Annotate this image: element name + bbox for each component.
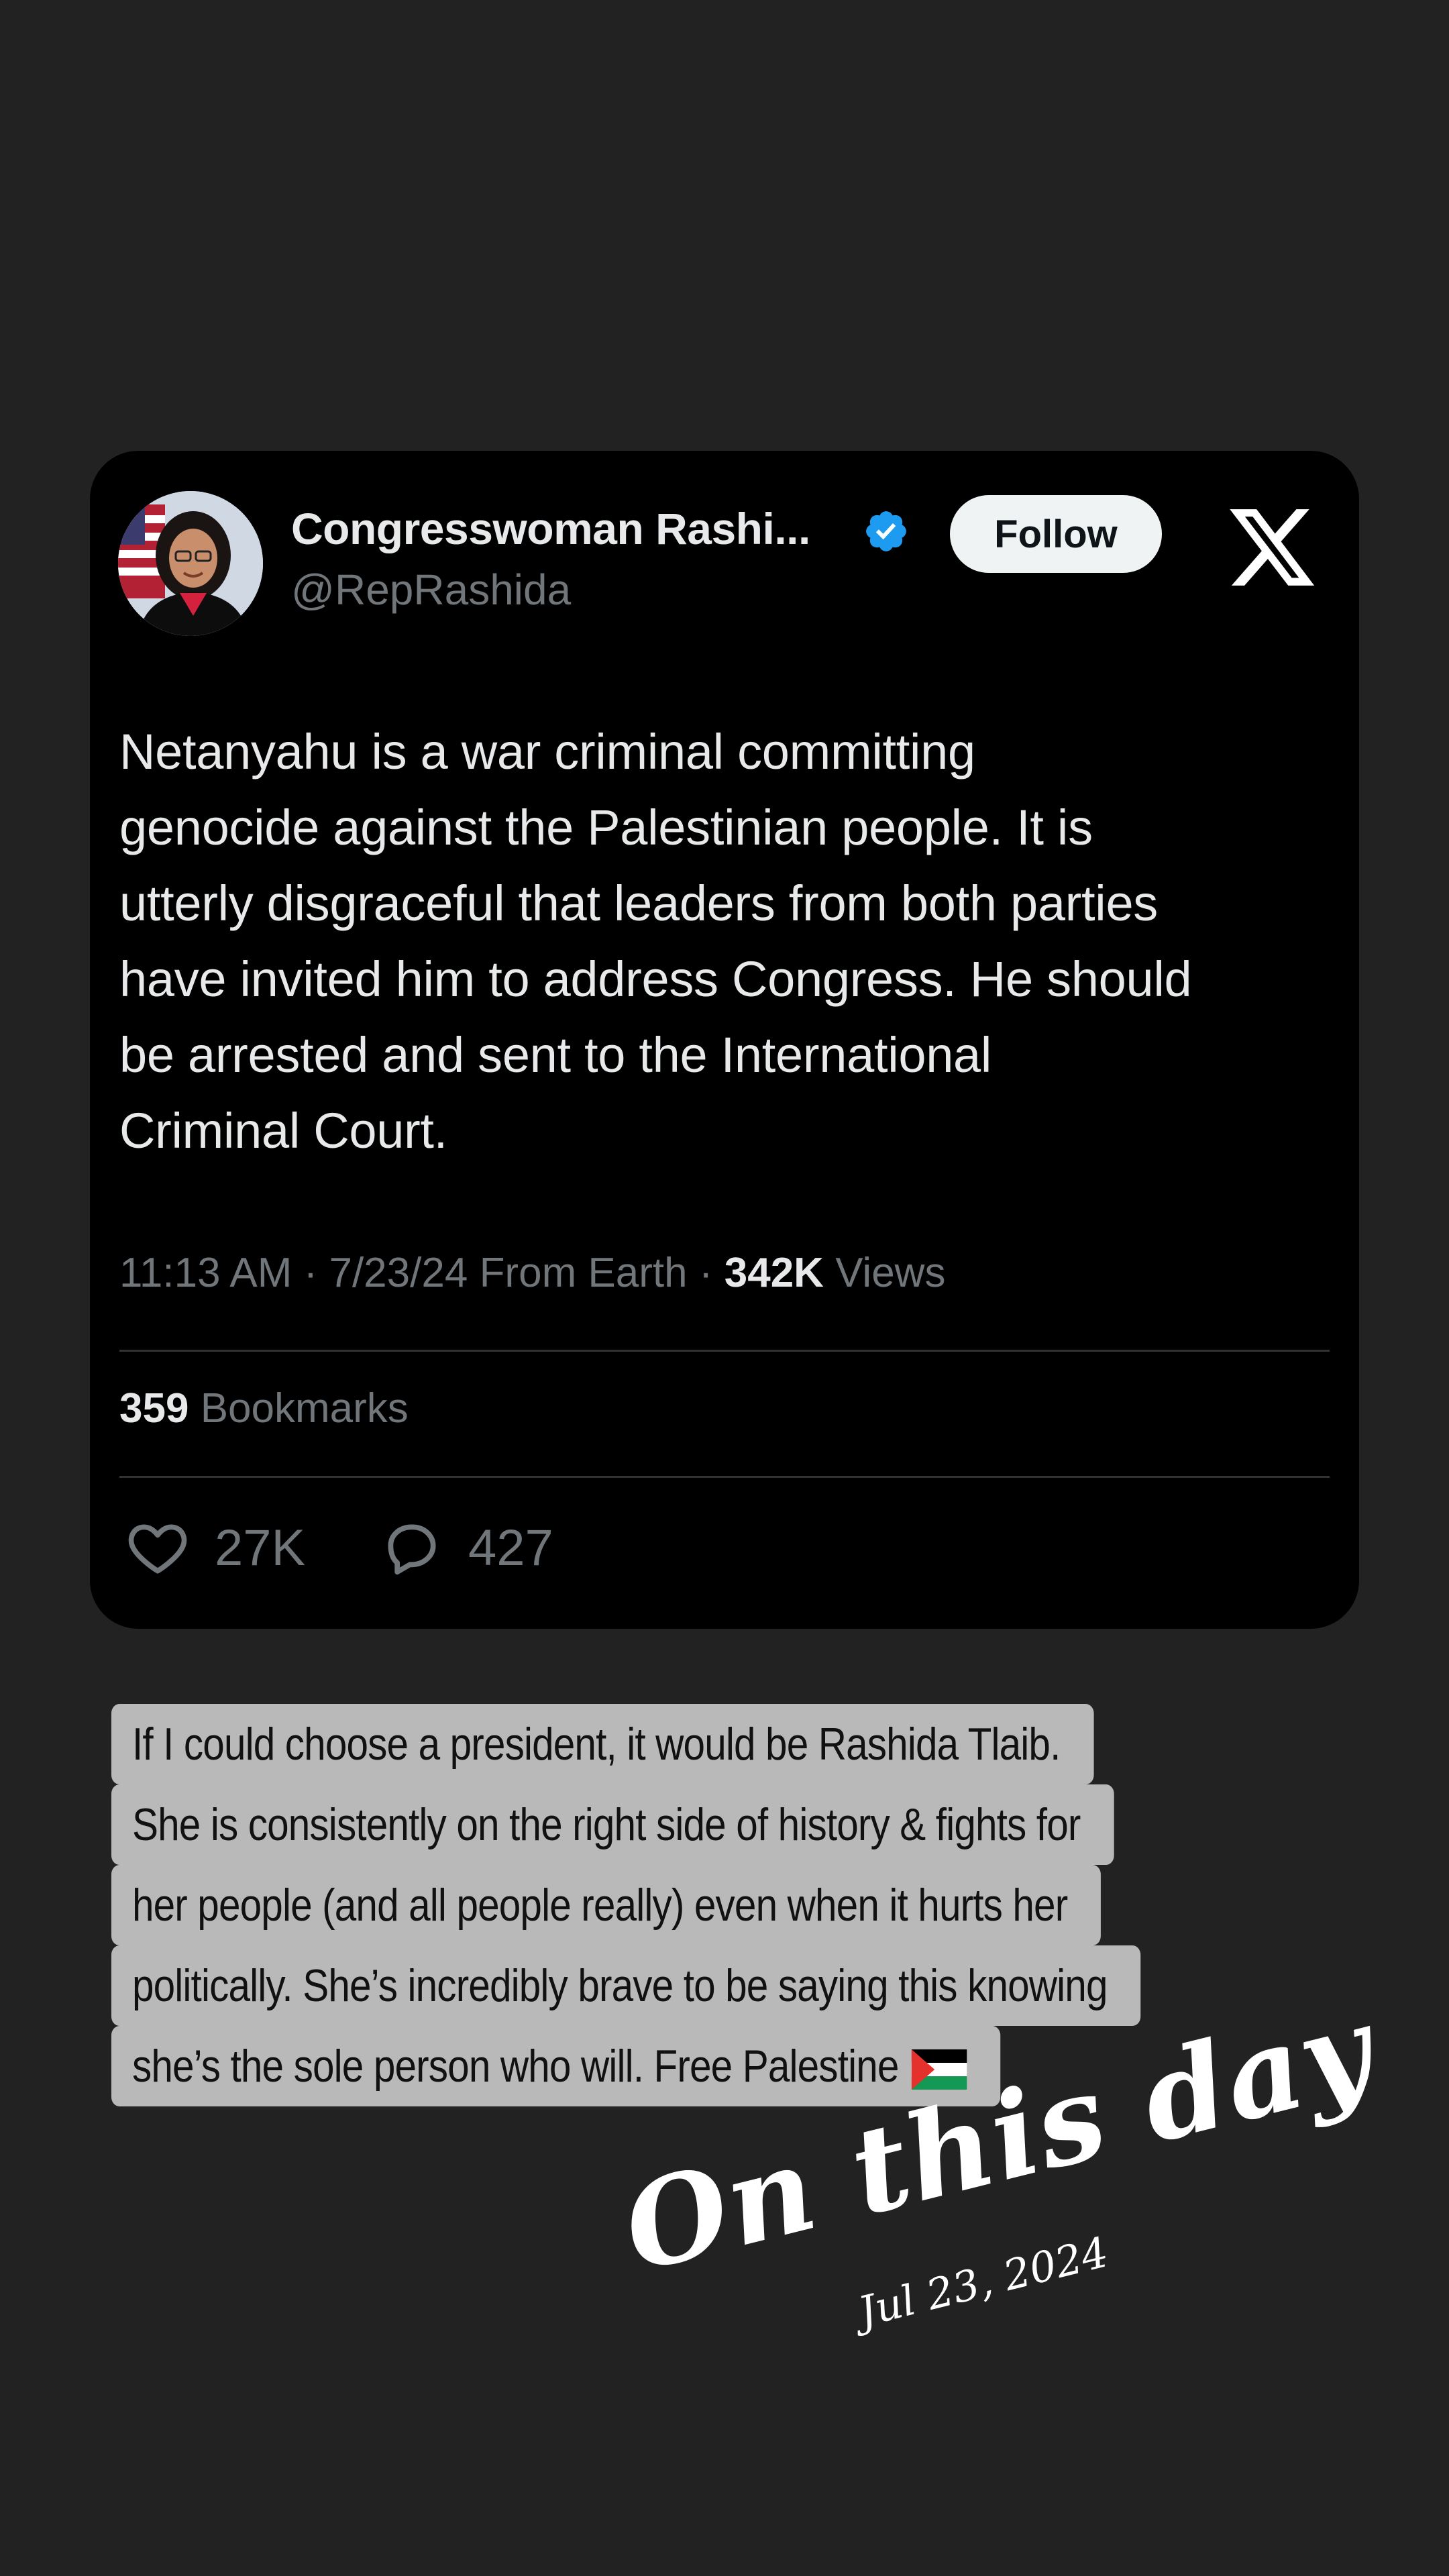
- sticker-date: Jul 23, 2024: [853, 2227, 1114, 2337]
- divider: [119, 1350, 1330, 1352]
- heart-icon: [128, 1524, 187, 1574]
- tweet-date[interactable]: 7/23/24: [329, 1250, 468, 1296]
- likes-count: 27K: [215, 1519, 306, 1576]
- caption-line: her people (and all people really) even …: [111, 1865, 1359, 1945]
- avatar[interactable]: [118, 491, 263, 636]
- views-count[interactable]: 342K: [724, 1250, 824, 1296]
- views-label[interactable]: Views: [835, 1250, 945, 1296]
- like-button[interactable]: 27K: [125, 1515, 305, 1580]
- bookmarks-count: 359: [119, 1385, 189, 1432]
- meta-separator: ·: [698, 1250, 724, 1296]
- tweet-text: Netanyahu is a war criminal committing g…: [119, 724, 1192, 1159]
- follow-button[interactable]: Follow: [950, 495, 1162, 573]
- replies-count: 427: [468, 1519, 553, 1576]
- bookmarks-label: Bookmarks: [200, 1385, 409, 1432]
- reply-icon: [388, 1524, 436, 1575]
- x-logo-icon[interactable]: [1222, 500, 1322, 594]
- tweet-time[interactable]: 11:13 AM: [119, 1250, 292, 1296]
- on-this-day-sticker[interactable]: On this day Jul 23, 2024: [610, 1979, 1387, 2415]
- story-canvas: Congresswoman Rashi... @RepRashida Follo…: [0, 0, 1449, 2576]
- caption-line: She is consistently on the right side of…: [111, 1784, 1359, 1865]
- meta-separator: ·: [303, 1250, 329, 1296]
- tweet-card[interactable]: Congresswoman Rashi... @RepRashida Follo…: [90, 451, 1359, 1629]
- handle[interactable]: @RepRashida: [291, 565, 571, 614]
- tweet-meta: 11:13 AM · 7/23/24 From Earth · 342K Vie…: [119, 1249, 945, 1297]
- tweet-source: From Earth: [479, 1250, 688, 1296]
- display-name[interactable]: Congresswoman Rashi...: [291, 503, 810, 554]
- reply-button[interactable]: 427: [378, 1515, 553, 1580]
- verified-badge-icon: [866, 511, 906, 551]
- caption-line: politically. She’s incredibly brave to b…: [111, 1945, 1359, 2026]
- caption-line: If I could choose a president, it would …: [111, 1704, 1359, 1784]
- divider: [119, 1476, 1330, 1478]
- bookmarks-stat[interactable]: 359 Bookmarks: [119, 1385, 409, 1432]
- caption-last-line: she’s the sole person who will. Free Pal…: [111, 2026, 1000, 2106]
